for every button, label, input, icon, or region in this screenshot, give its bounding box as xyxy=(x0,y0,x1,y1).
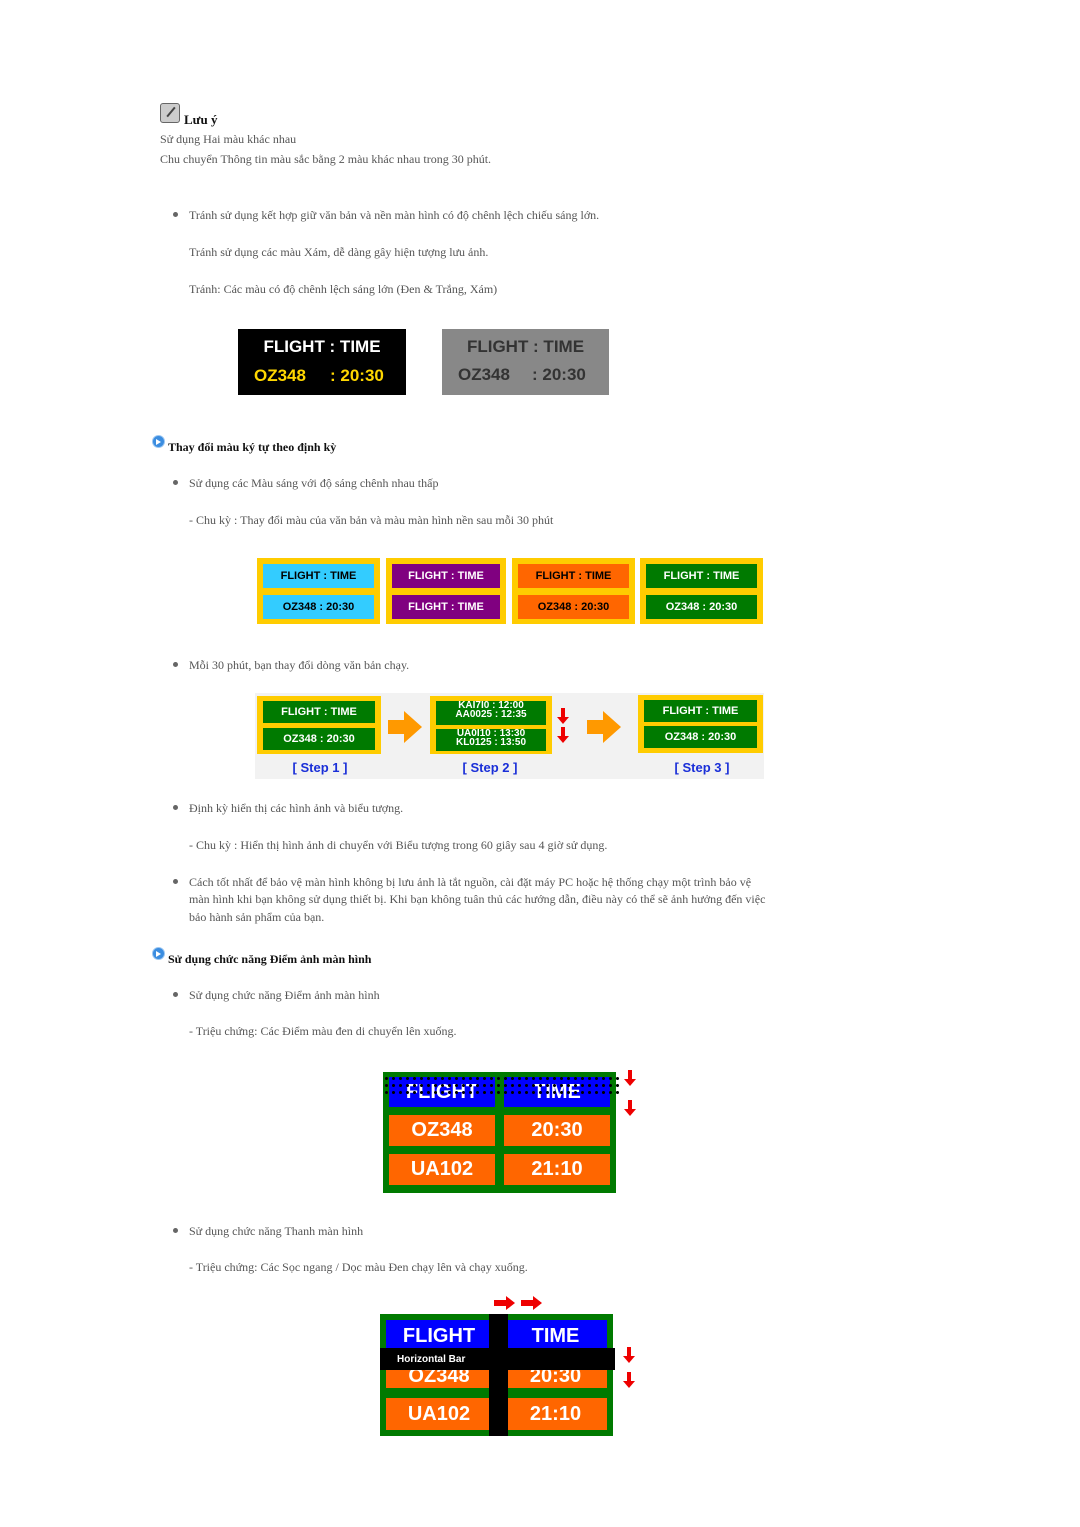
bar-board: FLIGHT TIME OZ348 20:30 UA102 21:10 Hori… xyxy=(380,1314,615,1436)
bullet xyxy=(173,805,178,810)
black-dots-overlay xyxy=(383,1075,619,1095)
text: - Triệu chứng: Các Điểm màu đen di chuyể… xyxy=(189,1024,457,1038)
red-right-arrow-icon-head xyxy=(506,1296,515,1310)
text: Sử dụng chức năng Điểm ảnh màn hình xyxy=(189,988,380,1002)
board-cell: 20:30 xyxy=(504,1115,610,1146)
board-cell: UA102 xyxy=(389,1154,495,1185)
step3-label: [ Step 3 ] xyxy=(674,759,730,775)
sign-text: KL0125 : 13:50 xyxy=(455,737,527,748)
sample-gray-sign: FLIGHT : TIME OZ348 : 20:30 xyxy=(442,329,609,395)
arrow-circle-icon xyxy=(152,435,165,448)
section-heading: Thay đổi màu ký tự theo định kỳ xyxy=(168,440,337,454)
board-cell: 21:10 xyxy=(504,1154,610,1185)
sign-text: AA0025 : 12:35 xyxy=(455,709,527,720)
red-down-arrow-icon xyxy=(623,1372,635,1394)
step1-sign: FLIGHT : TIME OZ348 : 20:30 xyxy=(257,696,381,754)
sign-text: FLIGHT : TIME xyxy=(392,564,500,588)
orange-arrow-icon xyxy=(388,720,404,734)
text: Tránh sử dụng các màu Xám, dễ dàng gây h… xyxy=(189,245,489,259)
color-sign: FLIGHT : TIME OZ348 : 20:30 xyxy=(257,558,380,624)
step2-sign: KAI7I0 : 12:00 AA0025 : 12:35 UA0I10 : 13… xyxy=(430,696,552,754)
text: Mỗi 30 phút, bạn thay đổi dòng văn bản c… xyxy=(189,658,410,672)
board-cell: 21:10 xyxy=(504,1398,607,1430)
sign-text: FLIGHT : TIME xyxy=(263,337,381,356)
note-line: Chu chuyển Thông tin màu sắc bằng 2 màu … xyxy=(160,152,492,166)
board-cell: OZ348 xyxy=(389,1115,495,1146)
sign-text: OZ348 : 20:30 xyxy=(263,728,375,750)
color-sign: FLIGHT : TIME OZ348 : 20:30 xyxy=(640,558,763,624)
pixel-board: FLIGHT TIME OZ348 20:30 UA102 21:10 xyxy=(383,1072,619,1193)
bullet xyxy=(173,212,178,217)
sign-text: OZ348 xyxy=(254,366,306,385)
sign-text: OZ348 : 20:30 xyxy=(646,595,757,619)
text: bảo hành sản phẩm của bạn. xyxy=(189,910,325,924)
horizontal-bar: Horizontal Bar xyxy=(380,1348,615,1370)
document-page: Lưu ý Sử dụng Hai màu khác nhau Chu chuy… xyxy=(0,0,1080,1527)
board-cell: UA102 xyxy=(386,1398,492,1430)
arrow-circle-icon xyxy=(152,947,165,960)
bullet xyxy=(173,992,178,997)
bullet xyxy=(173,662,178,667)
color-sign: FLIGHT : TIME FLIGHT : TIME xyxy=(386,558,506,624)
horizontal-bar-label: Horizontal Bar xyxy=(397,1354,466,1365)
note-line: Sử dụng Hai màu khác nhau xyxy=(160,132,297,146)
note-title: Lưu ý xyxy=(184,112,218,127)
step3-sign: FLIGHT : TIME OZ348 : 20:30 xyxy=(638,695,763,753)
sign-text: OZ348 xyxy=(458,365,510,384)
text: Tránh sử dụng kết hợp giữ văn bản và nền… xyxy=(189,208,600,222)
bullet xyxy=(173,1228,178,1233)
note-pencil-icon xyxy=(160,103,180,123)
red-down-arrow-icon xyxy=(624,1070,636,1092)
red-down-arrow-icon xyxy=(557,727,569,743)
step1-label: [ Step 1 ] xyxy=(292,759,348,775)
bullet xyxy=(173,879,178,884)
red-down-arrow-icon xyxy=(623,1347,635,1369)
text: Định kỳ hiển thị các hình ảnh và biểu tư… xyxy=(189,801,404,815)
red-down-arrow-icon xyxy=(557,708,569,724)
text: Tránh: Các màu có độ chênh lệch sáng lớn… xyxy=(189,282,498,296)
red-right-arrow-icon xyxy=(521,1300,533,1306)
orange-arrow-icon-head xyxy=(603,711,621,743)
text: - Triệu chứng: Các Sọc ngang / Dọc màu Đ… xyxy=(189,1260,528,1274)
red-right-arrow-icon xyxy=(494,1300,506,1306)
sign-text: OZ348 : 20:30 xyxy=(518,595,629,619)
step2-label: [ Step 2 ] xyxy=(462,759,518,775)
orange-arrow-icon xyxy=(587,720,603,734)
sign-text: FLIGHT : TIME xyxy=(518,564,629,588)
red-right-arrow-icon-head xyxy=(533,1296,542,1310)
bullet xyxy=(173,480,178,485)
sign-text: : 20:30 xyxy=(532,365,586,384)
text: Sử dụng các Màu sáng với độ sáng chênh n… xyxy=(189,476,439,490)
text: Sử dụng chức năng Thanh màn hình xyxy=(189,1224,364,1238)
sign-text: FLIGHT : TIME xyxy=(646,564,757,588)
sign-text: OZ348 : 20:30 xyxy=(263,595,374,619)
vertical-bar xyxy=(489,1314,508,1436)
text: - Chu kỳ : Thay đổi màu của văn bản và m… xyxy=(189,513,554,527)
text: màn hình khi bạn không sử dụng thiết bị.… xyxy=(189,892,766,906)
text: Cách tốt nhất để bảo vệ màn hình không b… xyxy=(189,875,752,889)
sign-text: OZ348 : 20:30 xyxy=(644,726,757,748)
sign-text: FLIGHT : TIME xyxy=(392,595,500,619)
text: - Chu kỳ : Hiển thị hình ảnh di chuyển v… xyxy=(189,838,608,852)
orange-arrow-icon-head xyxy=(404,711,422,743)
sign-text: FLIGHT : TIME xyxy=(466,337,585,356)
steps-diagram: FLIGHT : TIME OZ348 : 20:30 KAI7I0 : 12:… xyxy=(255,693,764,779)
sign-text: : 20:30 xyxy=(330,366,384,385)
color-sign: FLIGHT : TIME OZ348 : 20:30 xyxy=(512,558,635,624)
sign-text: FLIGHT : TIME xyxy=(263,701,375,723)
section-heading: Sử dụng chức năng Điểm ảnh màn hình xyxy=(168,952,372,966)
sign-text: FLIGHT : TIME xyxy=(644,700,757,722)
sign-text: FLIGHT : TIME xyxy=(263,564,374,588)
red-down-arrow-icon xyxy=(624,1100,636,1122)
sample-black-sign: FLIGHT : TIME OZ348 : 20:30 xyxy=(238,329,406,395)
